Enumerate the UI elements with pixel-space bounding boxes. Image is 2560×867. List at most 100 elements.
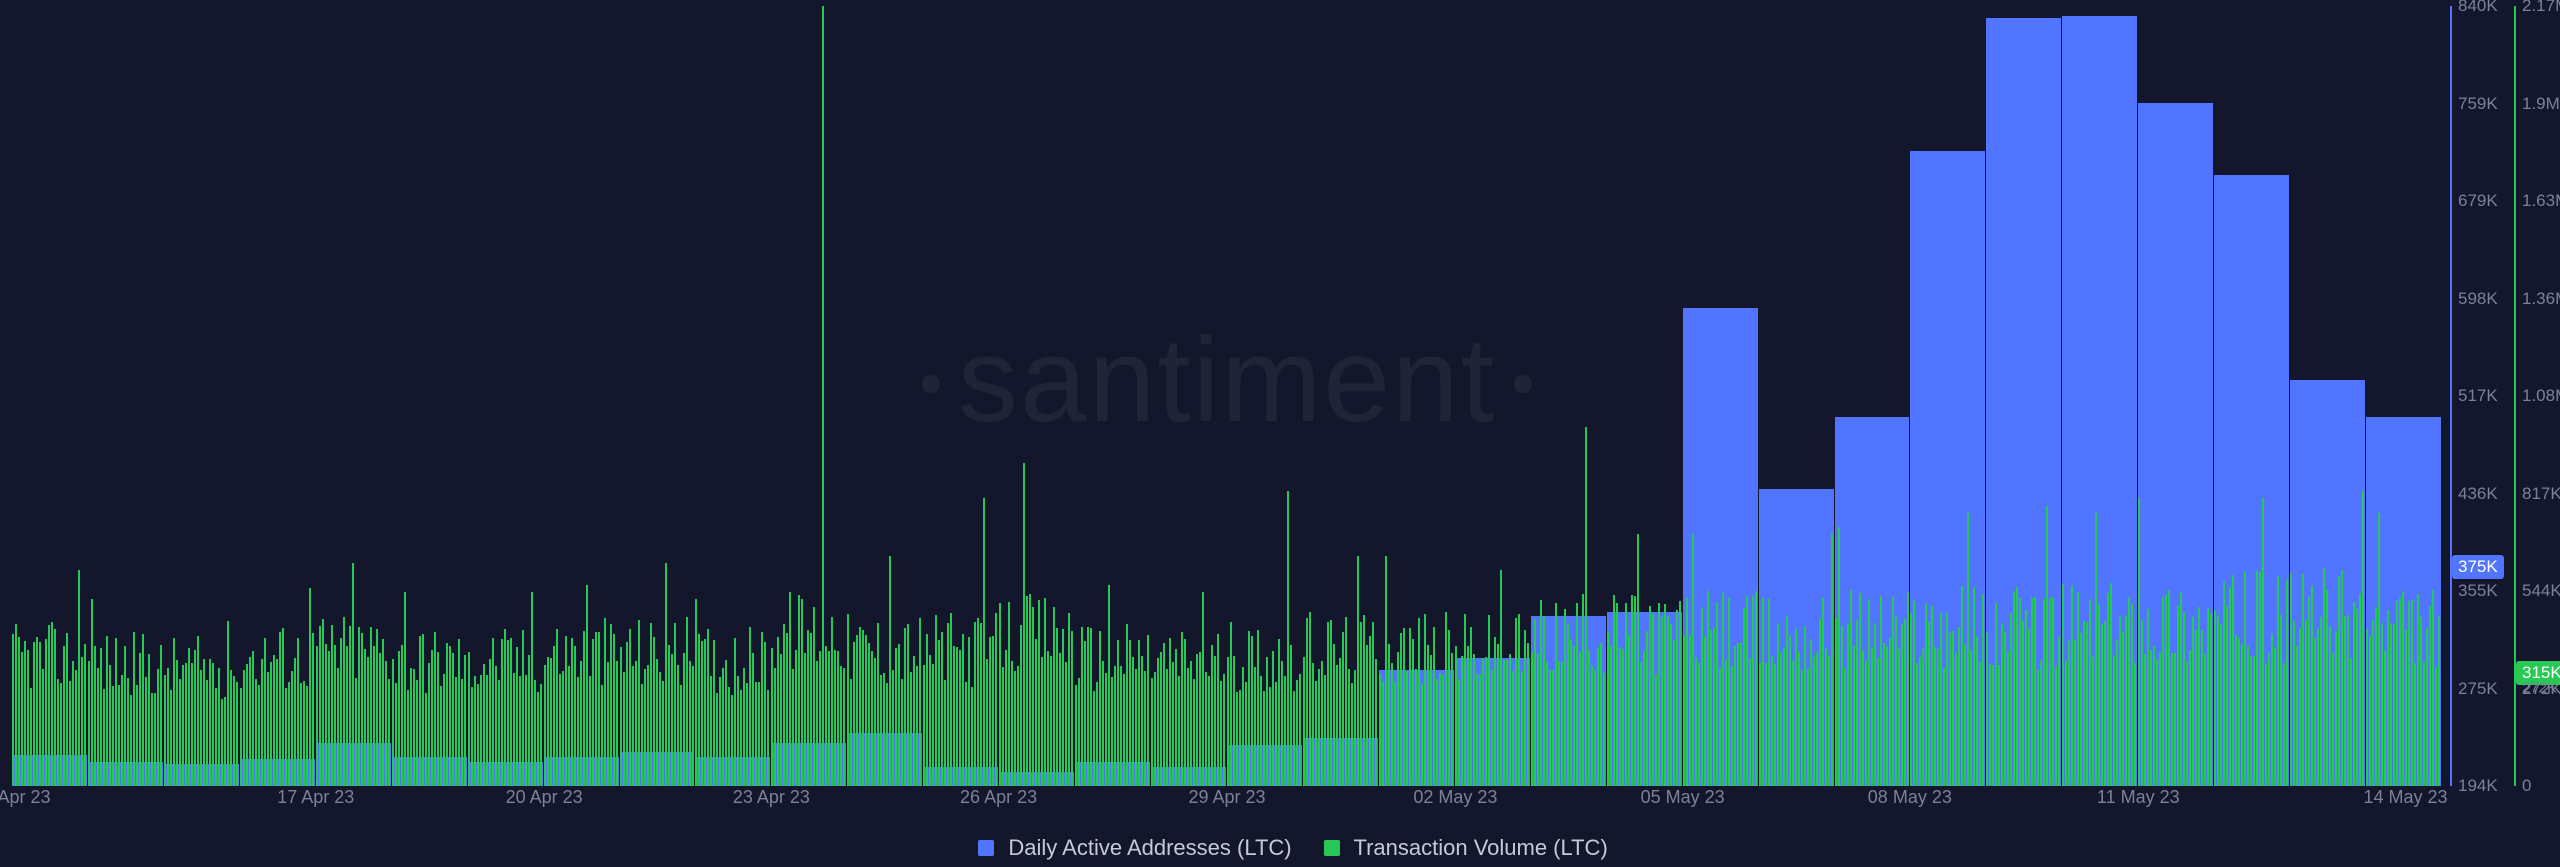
tv-subbars [1379,6,1455,786]
tv-subbars [1075,6,1151,786]
tv-subbars [1835,6,1911,786]
tv-subbars [847,6,923,786]
day-group [1455,6,1531,786]
day-group [1303,6,1379,786]
y-tick: 598K [2458,289,2498,309]
y-tick: 194K [2458,776,2498,796]
tv-subbars [88,6,164,786]
y-tick: 1.9M [2522,94,2560,114]
tv-subbars [1986,6,2062,786]
day-group [620,6,696,786]
tv-subbars [1607,6,1683,786]
day-group [923,6,999,786]
day-group [2290,6,2366,786]
day-group [1986,6,2062,786]
day-group [392,6,468,786]
tv-subbars [2366,6,2442,786]
day-group [1379,6,1455,786]
x-tick: 02 May 23 [1413,787,1497,808]
x-tick: 14 May 23 [2364,787,2448,808]
tv-subbars [1683,6,1759,786]
day-group [1607,6,1683,786]
y-tick: 1.08M [2522,386,2560,406]
y-tick: 679K [2458,191,2498,211]
x-tick: 11 May 23 [2097,787,2180,808]
day-group [2062,6,2138,786]
day-group [2366,6,2442,786]
y-tick: 759K [2458,94,2498,114]
day-group [88,6,164,786]
day-group [1835,6,1911,786]
day-group [468,6,544,786]
chart-area: santiment 13 Apr 2317 Apr 2320 Apr 2323 … [12,6,2442,806]
day-group [1075,6,1151,786]
day-group [544,6,620,786]
day-group [695,6,771,786]
tv-subbars [999,6,1075,786]
tv-subbars [1303,6,1379,786]
x-tick: 23 Apr 23 [733,787,810,808]
y-tick: 817K [2522,484,2560,504]
y-tick: 0 [2522,776,2531,796]
y-current-badge: 375K [2452,555,2504,579]
day-group [999,6,1075,786]
day-group [1227,6,1303,786]
tv-subbars [771,6,847,786]
y-tick: 1.63M [2522,191,2560,211]
legend-label-daa[interactable]: Daily Active Addresses (LTC) [1008,835,1291,860]
day-group [1151,6,1227,786]
y-tick: 436K [2458,484,2498,504]
day-group [847,6,923,786]
tv-subbars [2290,6,2366,786]
tv-subbars [923,6,999,786]
x-tick: 13 Apr 23 [0,787,51,808]
tv-subbars [1151,6,1227,786]
tv-subbars [164,6,240,786]
day-group [240,6,316,786]
tv-subbars [1227,6,1303,786]
tv-subbars [2062,6,2138,786]
y-tick: 517K [2458,386,2498,406]
tv-subbars [620,6,696,786]
tv-subbars [12,6,88,786]
tv-subbars [695,6,771,786]
tv-subbars [1759,6,1835,786]
legend: Daily Active Addresses (LTC) Transaction… [0,835,2560,861]
tv-subbars [2214,6,2290,786]
y-tick: 1.36M [2522,289,2560,309]
legend-label-tv[interactable]: Transaction Volume (LTC) [1353,835,1607,860]
day-group [164,6,240,786]
day-group [771,6,847,786]
tv-subbars [1531,6,1607,786]
x-tick: 26 Apr 23 [960,787,1037,808]
day-group [2138,6,2214,786]
legend-swatch-daa [978,840,994,856]
x-axis: 13 Apr 2317 Apr 2320 Apr 2323 Apr 2326 A… [12,783,2442,806]
y1-axis-line [2450,6,2452,786]
y-tick: 544K [2522,581,2560,601]
tv-subbars [316,6,392,786]
plot-region[interactable]: santiment [12,6,2442,786]
tv-subbars [2138,6,2214,786]
tv-subbars [240,6,316,786]
day-group [2214,6,2290,786]
tv-subbars [544,6,620,786]
tv-subbars [1910,6,1986,786]
day-group [1910,6,1986,786]
day-group [1683,6,1759,786]
tv-subbars [392,6,468,786]
day-group [316,6,392,786]
x-tick: 20 Apr 23 [506,787,583,808]
y-tick: 840K [2458,0,2498,16]
y-tick: 272K [2522,680,2557,697]
x-tick: 29 Apr 23 [1188,787,1265,808]
bars-container [12,6,2442,786]
tv-subbars [468,6,544,786]
x-tick: 17 Apr 23 [277,787,354,808]
x-tick: 05 May 23 [1641,787,1725,808]
y-tick: 2.17M [2522,0,2560,16]
legend-swatch-tv [1324,840,1340,856]
y-tick: 275K [2458,679,2498,699]
day-group [12,6,88,786]
tv-subbars [1455,6,1531,786]
